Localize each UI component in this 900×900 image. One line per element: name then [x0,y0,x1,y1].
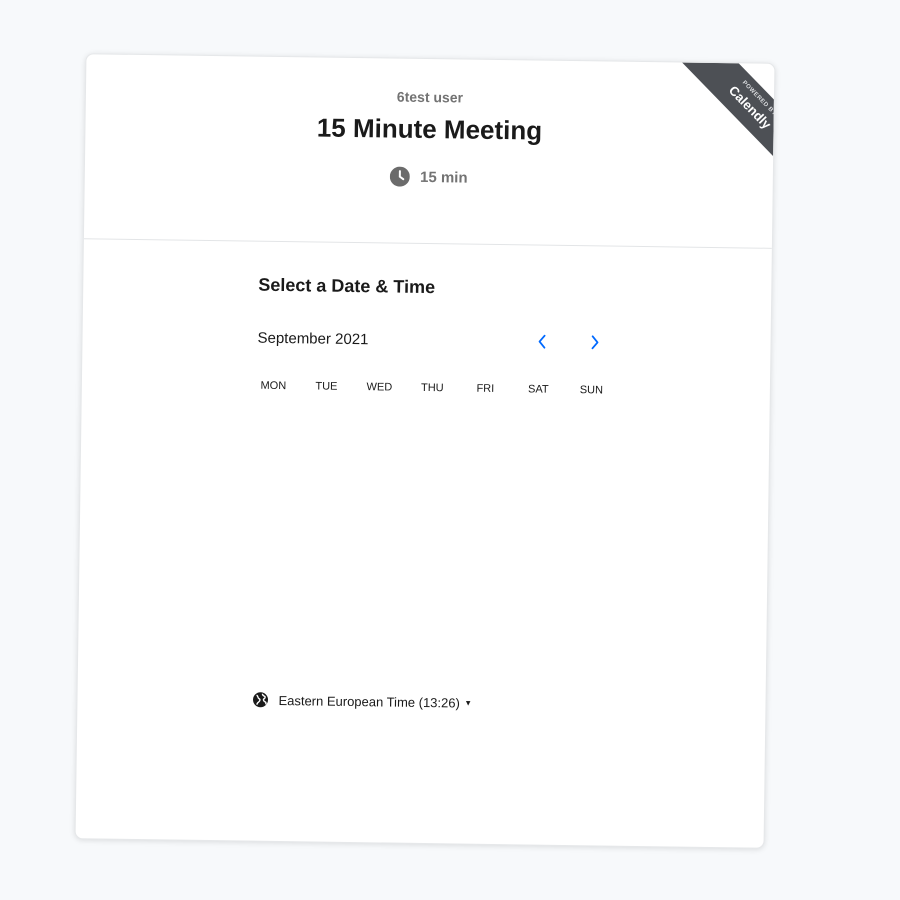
current-month: September 2021 [257,329,369,349]
timezone-selector[interactable]: Eastern European Time (13:26) ▾ [252,692,470,711]
chevron-left-icon [536,331,548,356]
globe-icon [252,692,269,708]
weekday-sat: SAT [527,383,549,396]
weekday-header: MON TUE WED THU FRI SAT SUN [247,380,619,397]
scheduler-title: Select a Date & Time [258,274,436,298]
weekday-sun: SUN [579,384,604,397]
calendly-badge[interactable]: POWERED BY Calendly [681,62,775,164]
booking-card: 6test user 15 Minute Meeting 15 min POWE… [74,53,776,849]
prev-month-button[interactable] [530,331,554,355]
scheduler-body: Select a Date & Time September 2021 MON … [76,239,772,848]
brand-label: Calendly [725,82,775,132]
duration-label: 15 min [419,168,468,187]
timezone-label: Eastern European Time (13:26) [278,692,460,711]
host-name: 6test user [396,88,464,106]
powered-by-ribbon[interactable]: POWERED BY Calendly [673,62,775,164]
event-title: 15 Minute Meeting [316,112,543,146]
weekday-fri: FRI [476,382,495,395]
weekday-mon: MON [260,379,287,393]
weekday-tue: TUE [315,380,338,393]
event-duration: 15 min [85,162,773,192]
weekday-wed: WED [366,381,393,394]
event-header: 6test user 15 Minute Meeting 15 min POWE… [83,54,775,249]
caret-down-icon: ▾ [465,697,471,708]
chevron-right-icon [588,331,600,356]
next-month-button[interactable] [582,332,606,356]
weekday-thu: THU [420,381,444,395]
clock-icon [390,166,411,187]
